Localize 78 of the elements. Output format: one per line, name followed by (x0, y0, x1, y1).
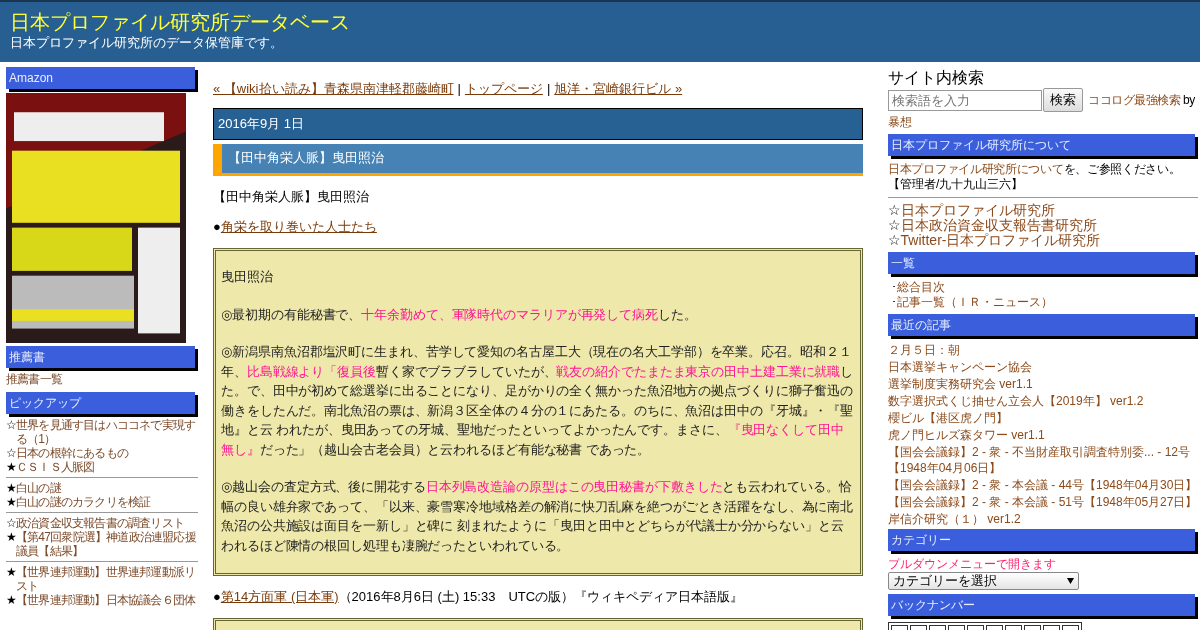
section-heading: 最近の記事 (888, 314, 1195, 336)
dot-mark: ･ (891, 280, 897, 294)
recent-article-link[interactable]: 選挙制度実務研究会 ver1.1 (888, 376, 1198, 392)
separator: | (457, 80, 461, 98)
search-field[interactable]: 検索語を入力 (888, 89, 1042, 111)
nav-link[interactable]: « 【wiki拾い読み】青森県南津軽郡藤崎町 (213, 79, 454, 99)
quote-paragraph: ◎最初期の有能秘書で、十年余勤めて、軍隊時代のマラリアが再発して病死した。 (221, 305, 698, 324)
section-heading: 推薦書 (6, 346, 195, 368)
about-link[interactable]: 日本プロファイル研究所について (888, 162, 1064, 176)
sidebar-link[interactable]: 日本の根幹にあるもの (15, 446, 198, 460)
sidebar-link[interactable]: 白山の謎 (15, 481, 198, 495)
star-mark: ☆ (6, 446, 16, 460)
source-note: （2016年8月6日 (土) 15:33 UTCの版）『ウィキペディア日本語版』 (338, 589, 744, 604)
nav-link[interactable]: トップページ (464, 79, 543, 99)
star-mark: ★ (6, 495, 16, 509)
section-heading: ピックアップ (6, 392, 195, 414)
sidebar-link[interactable]: 【世界連邦運動】日本協議会６団体 (15, 593, 198, 607)
recent-article-link[interactable]: 日本選挙キャンペーン協会 (888, 359, 1198, 375)
about-text: を、ご参照ください。 (1063, 162, 1181, 176)
sidebar-link[interactable]: 【第47回衆院選】神道政治連盟応援議員【結果】 (15, 530, 198, 558)
author-link[interactable]: 暴想 (888, 115, 1198, 130)
recent-article-link[interactable]: 岸信介研究（１） ver1.2 (888, 511, 1198, 527)
sidebar-link[interactable]: 世界を見通す目はハココネで実現する（1） (15, 418, 198, 446)
search-heading: サイト内検索 (888, 68, 985, 87)
star-mark: ☆ (888, 202, 901, 218)
bullet: ● (213, 219, 221, 234)
section-heading: カテゴリー (888, 529, 1195, 551)
star-mark: ☆ (6, 516, 16, 530)
sidebar-link[interactable]: 【世界連邦運動】世界連邦運動派リスト (15, 565, 198, 593)
sidebar-link[interactable]: 推薦書一覧 (6, 372, 198, 386)
recent-article-link[interactable]: 【国会会議録】2 - 衆 - 不当財産取引調査特別委... - 12号【1948年04月06日】 (888, 444, 1198, 476)
admin-note: 【管理者/九十九山三六】 (888, 177, 1198, 198)
sidebar-link[interactable]: ＣＳＩＳ人脈図 (15, 460, 198, 474)
section-heading: Amazon (6, 67, 195, 89)
sidebar-link[interactable]: 白山の謎のカラクリを検証 (15, 495, 198, 509)
by-label: by (1183, 93, 1195, 107)
recent-article-link[interactable]: ２月５日：朝 (888, 342, 1198, 358)
bullet: ● (213, 589, 221, 604)
star-mark: ★ (6, 565, 16, 581)
dropdown-icon (1067, 578, 1074, 584)
quote-paragraph: ◎越山会の査定方式、後に開花する 日本列島改造論の原型はこの曳田秘書が下敷きしたとも云われている。恰幅の良い雄弁家であって、「以来、豪雪寒冷地域格差の解消に快刀乱麻を絶つがごとき活躍をなし、為に南北魚沼の公共施設は面目を一新し」と碑に 刻まれたように「曳田と田中とどちらが代議士か分からない」と云われるほど陳情の根回し処理も凄腕だったといわれている。 (221, 478, 855, 555)
recent-article-link[interactable]: 【国会会議録】2 - 衆 - 本会議 - 44号【1948年04月30日】 (888, 477, 1198, 493)
body-text: 【田中角栄人脈】曳田照治 (213, 188, 370, 206)
recent-article-link[interactable]: 【国会会議録】2 - 衆 - 本会議 - 51号【1948年05月27日】 (888, 494, 1198, 510)
star-mark: ★ (6, 530, 16, 546)
site-link[interactable]: 日本プロファイル研究所 (900, 202, 1055, 218)
entry-title[interactable]: 【田中角栄人脈】曳田照治 (213, 144, 863, 176)
section-heading: 日本プロファイル研究所について (888, 134, 1195, 156)
star-mark: ★ (6, 593, 16, 607)
index-link[interactable]: 総合目次 (897, 280, 945, 294)
dot-mark: ･ (891, 295, 897, 309)
sidebar-link[interactable]: 政治資金収支報告書の調査リスト (15, 516, 198, 530)
dropdown-hint: プルダウンメニューで開きます (888, 557, 1057, 572)
recent-article-link[interactable]: 櫻ビル【港区虎ノ門】 (888, 410, 1198, 426)
section-heading: バックナンバー (888, 594, 1195, 616)
search-button[interactable]: 検索 (1043, 88, 1083, 112)
separator: | (546, 80, 551, 98)
quote-paragraph: ◎新潟県南魚沼郡塩沢町に生まれ、苦学して愛知の名古屋工大（現在の名大工学部）を卒業。応召。昭和２１年、比島戦線より「復員後暫く家でブラブラしていたが、戦友の紹介でたまたま東京の田中土建工業に就職した。で、田中が初めて総選挙に出ることになり、足がかりの全く無かった魚沼地方の拠点づくりに獅子奮迅の働きをしたんだ。南北魚沼の票は、新潟３区全体の４分の１にあたる。のちに、魚沼は田中の『牙城』・『聖地』と云 われたが、曳田あっての牙城、聖地だったといってよかったんです。まさに、『曳田なくして田中無し』だった」（越山会古老会員）と云われるほど有能な秘書 であった。 (221, 343, 855, 459)
index-link[interactable]: 記事一覧（ＩＲ・ニュース） (897, 295, 1053, 309)
article-link[interactable]: 角栄を取り巻いた人士たち (220, 219, 377, 234)
recent-article-link[interactable]: 数字選択式くじ抽せん立会人【2019年】 ver1.2 (888, 393, 1198, 409)
site-subtitle: 日本プロファイル研究所のデータ保管庫です。 (10, 34, 284, 51)
site-title[interactable]: 日本プロファイル研究所データベース (10, 10, 1190, 34)
star-mark: ☆ (888, 217, 901, 233)
recent-article-link[interactable]: 虎ノ門ヒルズ森タワー ver1.1 (888, 427, 1198, 443)
date-bar: 2016年9月 1日 (213, 108, 863, 140)
nav-link[interactable]: 旭洋・宮崎銀行ビル » (554, 79, 683, 99)
search-service-link[interactable]: ココログ最強検索 (1088, 91, 1180, 109)
star-mark: ★ (6, 481, 16, 495)
star-mark: ☆ (6, 418, 16, 434)
article-link[interactable]: 第14方面軍 (日本軍) (220, 589, 339, 604)
star-mark: ☆ (888, 232, 901, 248)
category-select[interactable]: カテゴリーを選択 (888, 572, 1079, 590)
quote-paragraph: 曳田照治 (221, 268, 274, 286)
site-link[interactable]: Twitter-日本プロファイル研究所 (900, 232, 1101, 248)
star-mark: ★ (6, 460, 16, 474)
site-link[interactable]: 日本政治資金収支報告書研究所 (900, 217, 1097, 233)
section-heading: 一覧 (888, 252, 1195, 274)
